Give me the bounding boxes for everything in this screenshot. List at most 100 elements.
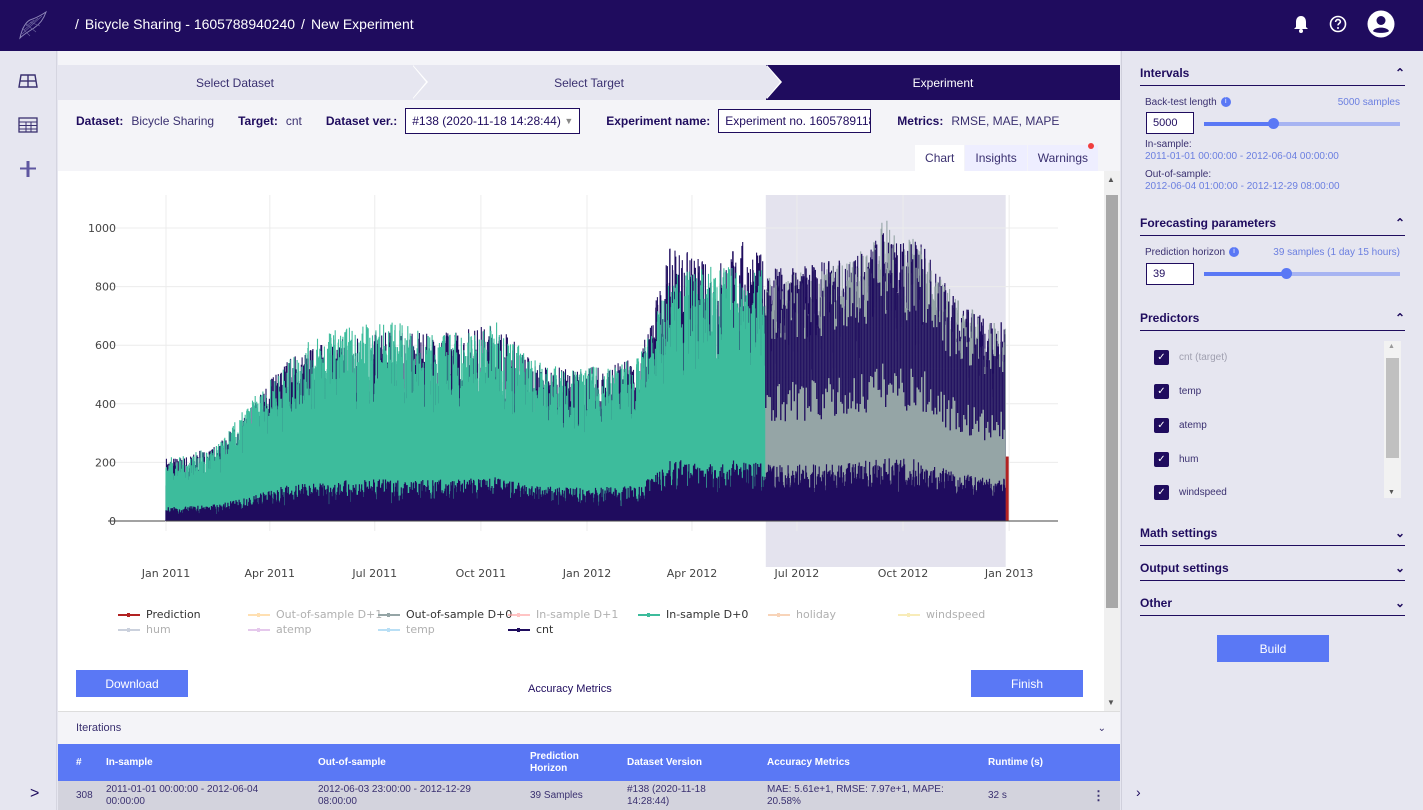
predictor-item[interactable]: ✓ temp xyxy=(1154,384,1201,399)
predictors-section-header[interactable]: Predictors ⌃ xyxy=(1140,305,1405,331)
legend-label: holiday xyxy=(796,608,837,621)
info-icon[interactable]: i xyxy=(1229,247,1240,258)
in-sample-range: 2011-01-01 00:00:00 - 2012-06-04 00:00:0… xyxy=(1145,151,1339,162)
experiment-name-input[interactable]: Experiment no. 1605789118 xyxy=(718,109,872,133)
chevron-down-icon[interactable]: ⌄ xyxy=(1395,526,1405,540)
predictors-scrollbar[interactable]: ▲ ▼ xyxy=(1384,341,1401,498)
table-icon[interactable] xyxy=(17,115,39,135)
predictor-label: cnt (target) xyxy=(1179,352,1228,363)
iterations-header[interactable]: Iterations ⌄ xyxy=(58,711,1120,744)
output-settings-section-header[interactable]: Output settings ⌄ xyxy=(1140,555,1405,581)
legend-swatch xyxy=(378,627,400,632)
x-tick-label: Jul 2012 xyxy=(774,567,820,580)
scrollbar-thumb[interactable] xyxy=(1106,195,1118,608)
dataset-version-label: Dataset ver.: xyxy=(325,114,398,128)
dataset-version-value: #138 (2020-11-18 14:28:44) xyxy=(412,114,561,128)
download-button[interactable]: Download xyxy=(76,670,188,697)
user-avatar-icon[interactable] xyxy=(1367,10,1395,38)
checkbox-checked-icon[interactable]: ✓ xyxy=(1154,418,1169,433)
expand-left-nav-button[interactable]: > xyxy=(30,785,39,803)
build-button[interactable]: Build xyxy=(1217,635,1329,662)
panel-scrollbar[interactable]: ▲ ▼ xyxy=(1104,171,1120,711)
legend-item-in-sample-d-0[interactable]: In-sample D+0 xyxy=(638,608,748,621)
x-tick-label: Jan 2011 xyxy=(141,567,190,580)
legend-label: cnt xyxy=(536,623,554,636)
scroll-up-icon[interactable]: ▲ xyxy=(1388,343,1395,350)
dataset-label: Dataset: xyxy=(76,114,124,128)
breadcrumb-project[interactable]: Bicycle Sharing - 1605788940240 xyxy=(85,16,295,32)
prediction-horizon-input[interactable]: 39 xyxy=(1146,263,1194,285)
chevron-up-icon[interactable]: ⌃ xyxy=(1395,311,1405,325)
step-label: Experiment xyxy=(912,75,974,90)
intervals-section-header[interactable]: Intervals ⌃ xyxy=(1140,60,1405,86)
legend-item-in-sample-d-1[interactable]: In-sample D+1 xyxy=(508,608,618,621)
x-tick-label: Jul 2011 xyxy=(351,567,397,580)
legend-item-atemp[interactable]: atemp xyxy=(248,623,312,636)
predictor-item[interactable]: ✓ atemp xyxy=(1154,418,1207,433)
forecast-chart[interactable]: 0 200 400 600 800 1000 Jan 2011 Apr 2011 Jul 201… xyxy=(58,171,1102,601)
checkbox-checked-icon[interactable]: ✓ xyxy=(1154,384,1169,399)
legend-swatch xyxy=(508,627,530,632)
legend-label: windspeed xyxy=(926,608,986,621)
info-icon[interactable]: i xyxy=(1220,97,1231,108)
other-section-header[interactable]: Other ⌄ xyxy=(1140,590,1405,616)
table-row[interactable]: 308 2011-01-01 00:00:00 - 2012-06-04 00:… xyxy=(58,781,1120,810)
col-runtime: Runtime (s) xyxy=(988,756,1043,768)
forecasting-section-header[interactable]: Forecasting parameters ⌃ xyxy=(1140,210,1405,236)
dashboard-icon[interactable] xyxy=(17,71,39,91)
backtest-length-slider[interactable] xyxy=(1204,118,1400,129)
finish-button[interactable]: Finish xyxy=(971,670,1083,697)
logo-icon[interactable] xyxy=(16,10,50,42)
stepper: Select Dataset Select Target Experiment xyxy=(58,65,1120,100)
chevron-up-icon[interactable]: ⌃ xyxy=(1395,66,1405,80)
tab-warnings[interactable]: Warnings xyxy=(1026,143,1098,171)
legend-item-prediction[interactable]: Prediction xyxy=(118,608,201,621)
prediction-horizon-slider[interactable] xyxy=(1204,268,1400,279)
legend-label: In-sample D+0 xyxy=(666,608,749,621)
predictor-item[interactable]: ✓ cnt (target) xyxy=(1154,350,1227,365)
legend-item-out-of-sample-d-0[interactable]: Out-of-sample D+0 xyxy=(378,608,512,621)
slider-handle[interactable] xyxy=(1281,268,1293,279)
legend-swatch xyxy=(118,627,140,632)
scroll-down-icon[interactable]: ▼ xyxy=(1107,698,1115,707)
y-tick-label: 600 xyxy=(95,339,116,352)
bell-icon[interactable] xyxy=(1293,15,1309,33)
tab-chart[interactable]: Chart xyxy=(914,145,965,171)
backtest-length-input[interactable]: 5000 xyxy=(1146,112,1194,134)
add-icon[interactable] xyxy=(17,159,39,179)
help-icon[interactable] xyxy=(1329,15,1347,33)
checkbox-checked-icon[interactable]: ✓ xyxy=(1154,452,1169,467)
scrollbar-thumb[interactable] xyxy=(1386,358,1399,458)
legend-item-cnt[interactable]: cnt xyxy=(508,623,553,636)
experiment-name-label: Experiment name: xyxy=(606,114,711,128)
scroll-down-icon[interactable]: ▼ xyxy=(1388,489,1395,496)
chevron-down-icon[interactable]: ⌄ xyxy=(1098,723,1106,734)
legend-item-hum[interactable]: hum xyxy=(118,623,171,636)
predictor-item[interactable]: ✓ hum xyxy=(1154,452,1198,467)
predictor-label: temp xyxy=(1179,386,1202,397)
legend-item-holiday[interactable]: holiday xyxy=(768,608,836,621)
more-options-icon[interactable]: ⋮ xyxy=(1092,781,1105,810)
checkbox-checked-icon[interactable]: ✓ xyxy=(1154,350,1169,365)
scroll-up-icon[interactable]: ▲ xyxy=(1107,175,1115,184)
legend-swatch xyxy=(248,612,270,617)
math-settings-section-header[interactable]: Math settings ⌄ xyxy=(1140,520,1405,546)
step-select-target[interactable]: Select Target xyxy=(412,65,782,100)
slider-handle[interactable] xyxy=(1267,118,1279,129)
predictor-item[interactable]: ✓ windspeed xyxy=(1154,485,1227,500)
legend-label: temp xyxy=(406,623,435,636)
chevron-down-icon[interactable]: ⌄ xyxy=(1395,596,1405,610)
legend-item-out-of-sample-d-1[interactable]: Out-of-sample D+1 xyxy=(248,608,382,621)
chevron-up-icon[interactable]: ⌃ xyxy=(1395,216,1405,230)
chevron-down-icon[interactable]: ⌄ xyxy=(1395,561,1405,575)
step-select-dataset[interactable]: Select Dataset xyxy=(58,65,428,100)
legend-item-windspeed[interactable]: windspeed xyxy=(898,608,985,621)
dataset-version-select[interactable]: #138 (2020-11-18 14:28:44) ▼ xyxy=(405,108,581,134)
expand-right-panel-button[interactable]: › xyxy=(1136,784,1141,800)
warning-badge xyxy=(1088,143,1094,149)
legend-item-temp[interactable]: temp xyxy=(378,623,435,636)
step-experiment[interactable]: Experiment xyxy=(766,65,1120,100)
tab-insights[interactable]: Insights xyxy=(964,145,1027,171)
checkbox-checked-icon[interactable]: ✓ xyxy=(1154,485,1169,500)
legend-swatch xyxy=(638,612,660,617)
